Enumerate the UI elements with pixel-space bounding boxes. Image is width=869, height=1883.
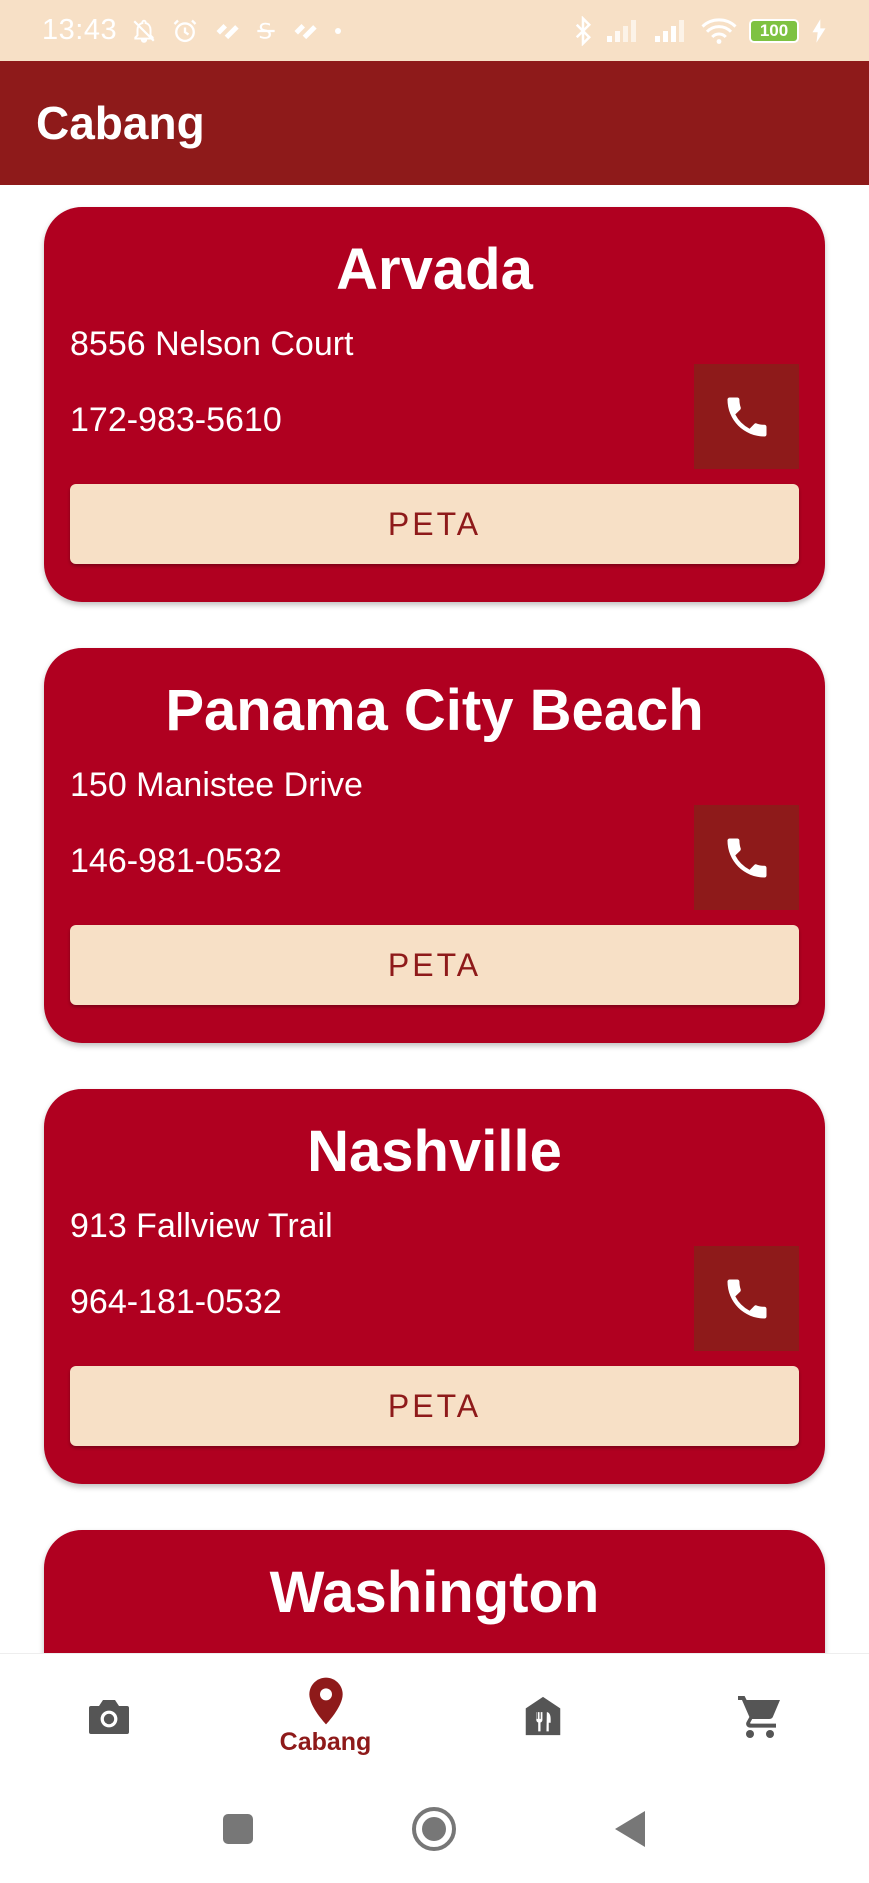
map-button[interactable]: PETA	[70, 484, 799, 564]
status-left: 13:43 S	[42, 14, 343, 47]
branch-list[interactable]: Arvada 8556 Nelson Court 172-983-5610 PE…	[0, 185, 869, 1653]
home-circle-icon	[412, 1807, 456, 1851]
branch-address: 150 Manistee Drive	[70, 766, 363, 804]
branch-phone: 964-181-0532	[70, 1283, 282, 1321]
app-s-icon: S	[255, 18, 277, 44]
signal-icon	[605, 18, 641, 44]
status-bar: 13:43 S 100	[0, 0, 869, 61]
back-triangle-icon	[615, 1811, 645, 1847]
alarm-icon	[171, 17, 199, 45]
system-navigation-bar	[0, 1777, 869, 1883]
square-icon	[223, 1814, 253, 1844]
charging-icon	[811, 18, 827, 44]
wifi-icon	[701, 17, 737, 45]
call-button[interactable]	[694, 805, 799, 910]
branch-card: Arvada 8556 Nelson Court 172-983-5610 PE…	[44, 207, 825, 602]
branch-name: Nashville	[307, 1119, 562, 1184]
location-pin-icon	[308, 1677, 343, 1724]
cart-icon	[737, 1696, 780, 1738]
back-button[interactable]	[600, 1799, 660, 1859]
nav-item-restaurant[interactable]	[434, 1654, 651, 1778]
branch-address: 8556 Nelson Court	[70, 325, 354, 363]
call-button[interactable]	[694, 1246, 799, 1351]
status-time: 13:43	[42, 14, 118, 46]
status-right: 100	[573, 15, 827, 46]
phone-icon	[727, 1279, 766, 1318]
restaurant-icon	[525, 1696, 560, 1736]
bottom-navigation: Cabang	[0, 1653, 869, 1777]
dot-icon	[333, 26, 343, 36]
camera-icon	[88, 1700, 129, 1734]
phone-icon	[727, 397, 766, 436]
app-bar: Cabang	[0, 61, 869, 185]
branch-name: Arvada	[336, 237, 533, 302]
page-title: Cabang	[36, 97, 205, 149]
map-button[interactable]: PETA	[70, 1366, 799, 1446]
battery-icon: 100	[749, 18, 799, 43]
call-button[interactable]	[694, 364, 799, 469]
branch-card: Panama City Beach 150 Manistee Drive 146…	[44, 648, 825, 1043]
branch-name: Washington	[269, 1560, 600, 1625]
branch-name: Panama City Beach	[165, 678, 704, 743]
nav-item-cart[interactable]	[651, 1654, 868, 1778]
bluetooth-icon	[573, 15, 593, 46]
branch-card: Nashville 913 Fallview Trail 964-181-053…	[44, 1089, 825, 1484]
nav-label-cabang: Cabang	[279, 1727, 372, 1756]
branch-address: 913 Fallview Trail	[70, 1207, 333, 1245]
branch-phone: 172-983-5610	[70, 401, 282, 439]
app-notification-icon	[291, 19, 319, 43]
phone-icon	[727, 838, 766, 877]
nav-item-cabang[interactable]: Cabang	[217, 1654, 434, 1778]
recents-button[interactable]	[208, 1799, 268, 1859]
home-button[interactable]	[404, 1799, 464, 1859]
mute-bell-icon	[131, 17, 157, 45]
branch-phone: 146-981-0532	[70, 842, 282, 880]
signal-icon	[653, 18, 689, 44]
map-button[interactable]: PETA	[70, 925, 799, 1005]
nav-item-camera[interactable]	[0, 1654, 217, 1778]
app-notification-icon	[213, 19, 241, 43]
branch-card: Washington	[44, 1530, 825, 1653]
